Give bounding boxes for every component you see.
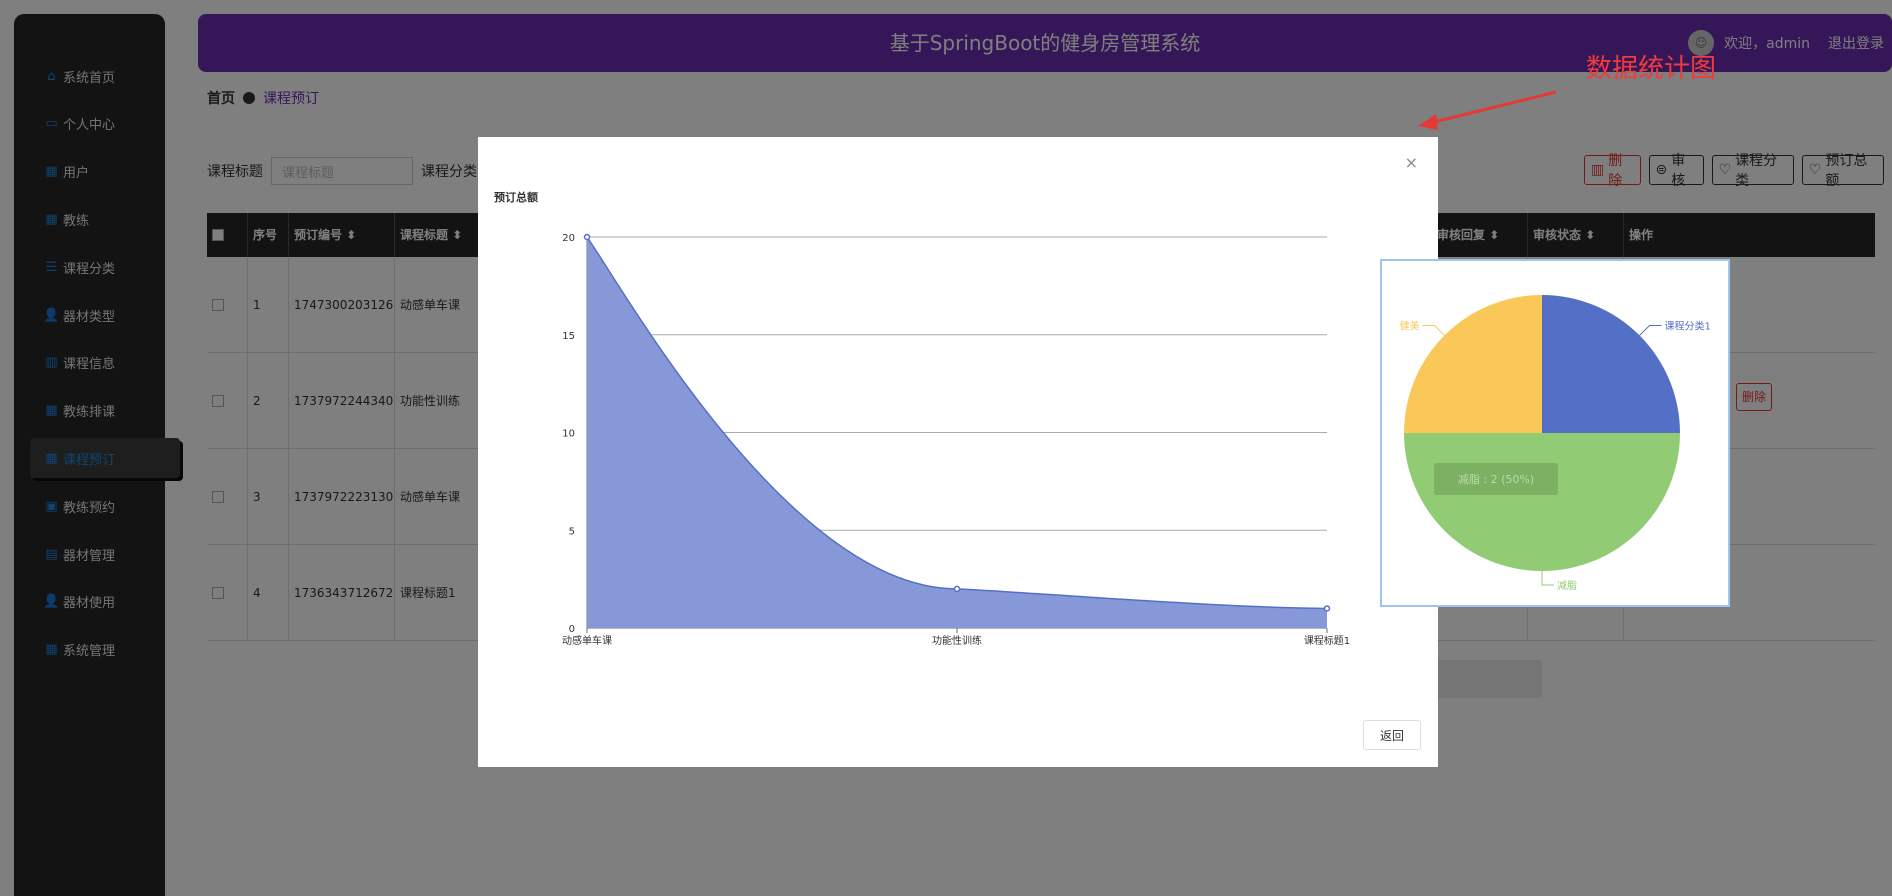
arrow-head bbox=[1418, 114, 1438, 130]
annotation-arrow bbox=[1418, 90, 1557, 130]
annotation-text: 数据统计图 bbox=[1586, 54, 1717, 84]
arrow-line bbox=[1425, 90, 1557, 126]
